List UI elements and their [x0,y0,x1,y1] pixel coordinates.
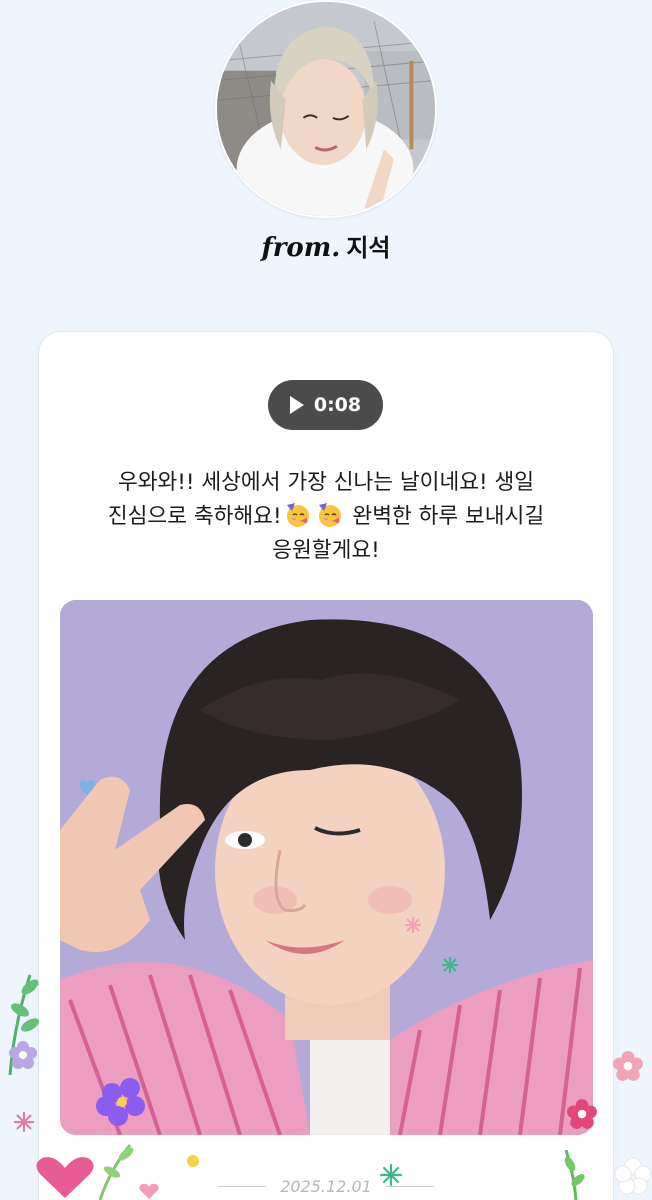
letter-page: from. 지석 0:08 우와와!! 세상에서 가장 신나는 날이네요! 생일 … [0,0,652,1200]
dot-sticker-icon [187,1155,199,1167]
partying-face-icon [286,503,309,527]
voice-play-button[interactable]: 0:08 [268,380,383,430]
selfie-image [60,600,593,1135]
letter-card: 0:08 우와와!! 세상에서 가장 신나는 날이네요! 생일 진심으로 축하해… [39,332,613,1200]
voice-duration: 0:08 [313,394,362,416]
sender-avatar[interactable] [215,0,437,218]
message-line: 우와와!! 세상에서 가장 신나는 날이네요! 생일 [117,470,535,495]
message-text: 완벽한 하루 보내시길 [352,504,545,529]
flower-sticker-icon [9,1041,37,1069]
divider [385,1185,434,1187]
divider [218,1185,267,1187]
letter-date-row: 2025.12.01 [0,1172,652,1200]
message-line: 진심으로 축하해요! 완벽한 하루 보내시길 [69,500,583,534]
attached-photo[interactable] [60,600,593,1135]
flower-sticker-icon [613,1051,643,1081]
sender-name: 지석 [346,234,391,262]
play-icon [289,396,304,414]
letter-message: 우와와!! 세상에서 가장 신나는 날이네요! 생일 진심으로 축하해요! 완벽… [69,466,583,568]
sender-line: from. 지석 [0,228,652,263]
avatar-photo [217,2,435,216]
flower-sticker-icon [567,1099,597,1129]
message-text: 진심으로 축하해요! [107,504,282,529]
letter-date: 2025.12.01 [280,1176,372,1196]
sparkle-sticker-icon [14,1112,34,1132]
partying-face-icon [318,503,341,527]
from-label: from. [261,233,341,263]
message-line: 응원할게요! [272,538,380,563]
